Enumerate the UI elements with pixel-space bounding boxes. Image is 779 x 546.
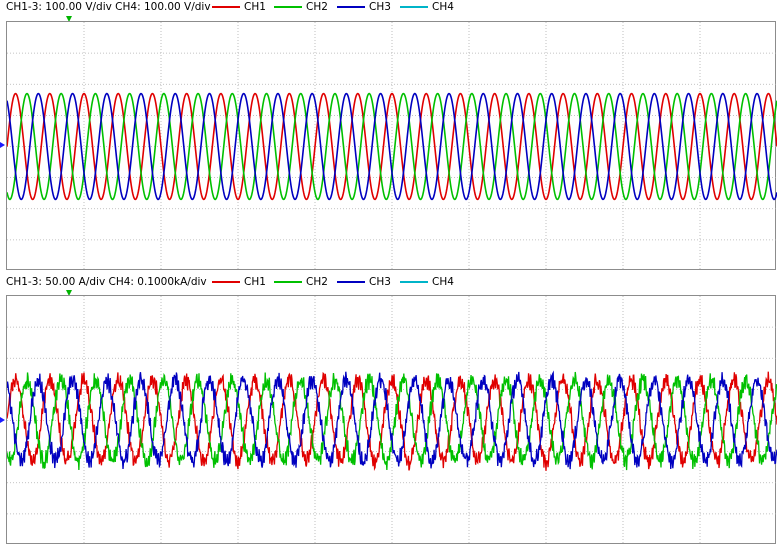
legend-ch4-label: CH4 bbox=[432, 276, 454, 288]
voltage-waveform-svg bbox=[7, 22, 777, 271]
voltage-panel-header: CH1-3: 100.00 V/div CH4: 100.00 V/div CH… bbox=[0, 0, 779, 16]
legend-ch2-label: CH2 bbox=[306, 1, 328, 13]
legend-ch4-line bbox=[400, 281, 428, 283]
legend-ch3-line bbox=[337, 281, 365, 283]
legend-ch1-label: CH1 bbox=[244, 276, 266, 288]
current-waveform-svg bbox=[7, 296, 777, 545]
legend-ch1-line bbox=[212, 6, 240, 8]
legend-ch1-label: CH1 bbox=[244, 1, 266, 13]
legend-ch3-label: CH3 bbox=[369, 276, 391, 288]
legend-ch2-line bbox=[274, 6, 302, 8]
voltage-scale-label: CH1-3: 100.00 V/div CH4: 100.00 V/div bbox=[6, 1, 211, 13]
current-plot-area bbox=[6, 295, 777, 545]
legend-ch3-line bbox=[337, 6, 365, 8]
legend-ch4-label: CH4 bbox=[432, 1, 454, 13]
channel-ground-marker[interactable] bbox=[0, 417, 5, 423]
channel-ground-marker[interactable] bbox=[0, 142, 5, 148]
legend-ch2-line bbox=[274, 281, 302, 283]
current-panel-header: CH1-3: 50.00 A/div CH4: 0.1000kA/div CH1… bbox=[0, 275, 779, 291]
legend-ch3-label: CH3 bbox=[369, 1, 391, 13]
voltage-plot-area bbox=[6, 21, 777, 271]
current-scale-label: CH1-3: 50.00 A/div CH4: 0.1000kA/div bbox=[6, 276, 207, 288]
legend-ch4-line bbox=[400, 6, 428, 8]
legend-ch1-line bbox=[212, 281, 240, 283]
legend-ch2-label: CH2 bbox=[306, 276, 328, 288]
